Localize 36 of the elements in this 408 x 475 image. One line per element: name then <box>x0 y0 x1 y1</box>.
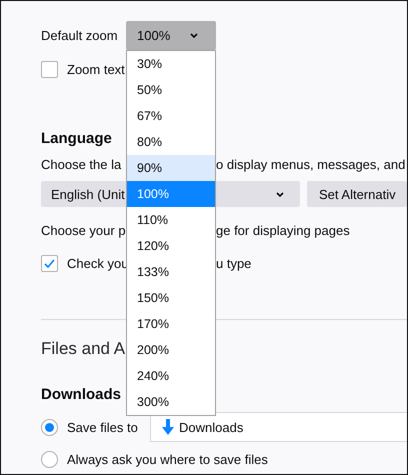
zoom-option[interactable]: 30% <box>127 51 215 77</box>
download-arrow-icon <box>161 419 175 435</box>
radio-button[interactable] <box>41 450 58 468</box>
checkbox[interactable] <box>41 255 58 272</box>
zoom-option[interactable]: 170% <box>127 311 215 337</box>
zoom-option[interactable]: 110% <box>127 207 215 233</box>
zoom-option[interactable]: 90% <box>127 155 215 181</box>
zoom-label: Default zoom <box>41 28 119 43</box>
caret-icon <box>276 192 284 196</box>
zoom-option[interactable]: 50% <box>127 77 215 103</box>
zoom-option[interactable]: 133% <box>127 259 215 285</box>
zoom-option[interactable]: 200% <box>127 337 215 363</box>
description-text: o display menus, messages, and <box>216 156 406 172</box>
checkbox-label: Zoom text <box>67 62 125 77</box>
section-title: Files and A <box>41 339 126 359</box>
zoom-dropdown[interactable]: 100% <box>126 21 216 50</box>
section-heading: Downloads <box>41 386 122 402</box>
description-text: Choose your p <box>41 222 126 238</box>
radio-button[interactable] <box>41 418 58 436</box>
set-alternatives-button[interactable]: Set Alternativ <box>307 181 407 207</box>
folder-field[interactable]: Downloads <box>150 412 407 442</box>
description-text: Choose the la <box>41 156 122 172</box>
zoom-option[interactable]: 300% <box>127 389 215 415</box>
checkbox-label: u type <box>216 256 252 271</box>
zoom-option[interactable]: 100% <box>127 181 215 207</box>
zoom-option[interactable]: 240% <box>127 363 215 389</box>
checkbox[interactable] <box>41 61 58 78</box>
section-heading: Language <box>41 130 112 146</box>
zoom-option[interactable]: 67% <box>127 103 215 129</box>
caret-icon <box>190 33 198 38</box>
zoom-option[interactable]: 80% <box>127 129 215 155</box>
radio-label: Save files to <box>67 420 139 434</box>
radio-label: Always ask you where to save files <box>67 452 268 466</box>
zoom-option[interactable]: 120% <box>127 233 215 259</box>
zoom-option[interactable]: 150% <box>127 285 215 311</box>
description-text: ge for displaying pages <box>216 222 350 238</box>
